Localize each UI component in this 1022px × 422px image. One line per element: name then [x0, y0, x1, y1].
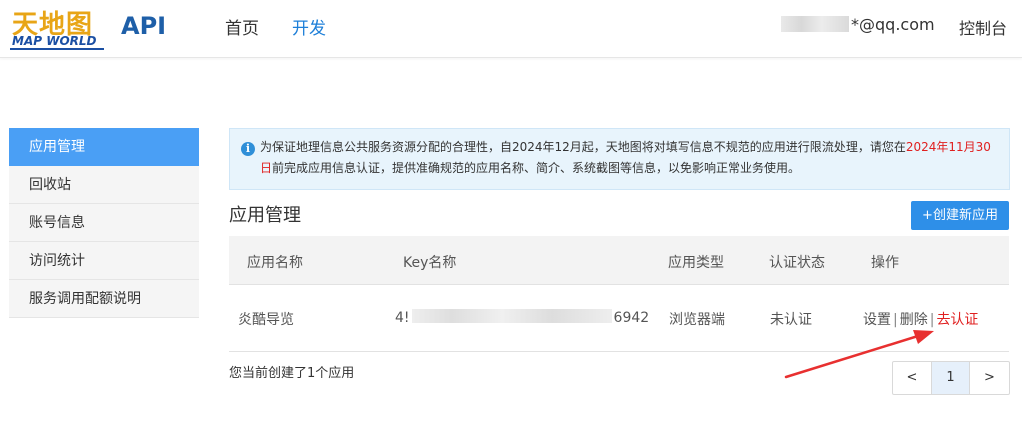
app-count-text: 您当前创建了1个应用 [229, 366, 355, 381]
app-key-cell[interactable]: 4! 6942 [395, 309, 649, 326]
column-header-auth-status: 认证状态 [769, 255, 825, 271]
table-row: 炎酷导览 4! 6942 浏览器端 未认证 设置 | 删除 | 去认证 [229, 285, 1009, 352]
top-header: 天地图 MAP WORLD API 首页 开发 *@qq.com 控制台 [0, 0, 1022, 58]
delete-link[interactable]: 删除 [900, 312, 928, 328]
user-email[interactable]: *@qq.com [781, 15, 935, 34]
notice-text-after: 前完成应用信息认证，提供准确规范的应用名称、简介、系统截图等信息，以免影响正常业… [272, 161, 801, 175]
notice-text-before: 为保证地理信息公共服务资源分配的合理性，自2024年12月起，天地图将对填写信息… [260, 140, 906, 154]
actions-cell: 设置 | 删除 | 去认证 [863, 309, 978, 329]
app-table: 应用名称 Key名称 应用类型 认证状态 操作 炎酷导览 4! 6942 浏览器端… [229, 236, 1009, 352]
app-name-cell: 炎酷导览 [238, 312, 294, 328]
api-label: API [121, 12, 167, 40]
auth-status-cell: 未认证 [770, 312, 812, 328]
sidebar-item-app-management[interactable]: 应用管理 [9, 128, 199, 166]
next-page-button[interactable]: > [970, 362, 1009, 394]
verify-link[interactable]: 去认证 [936, 312, 978, 328]
pagination: < 1 > [892, 361, 1010, 395]
page-title: 应用管理 [229, 205, 301, 226]
page-1-button[interactable]: 1 [932, 362, 970, 394]
key-suffix: 6942 [613, 310, 650, 326]
sidebar: 应用管理 回收站 账号信息 访问统计 服务调用配额说明 [9, 128, 199, 318]
key-prefix: 4! [395, 310, 410, 326]
notice-banner: i 为保证地理信息公共服务资源分配的合理性，自2024年12月起，天地图将对填写… [229, 128, 1010, 190]
nav-develop[interactable]: 开发 [292, 14, 326, 39]
action-separator: | [893, 312, 898, 328]
column-header-actions: 操作 [871, 255, 899, 271]
column-header-app-type: 应用类型 [668, 255, 724, 271]
nav-home[interactable]: 首页 [225, 14, 259, 39]
column-header-key-name: Key名称 [403, 255, 457, 271]
sidebar-item-quota-info[interactable]: 服务调用配额说明 [9, 280, 199, 318]
console-link[interactable]: 控制台 [959, 15, 1007, 39]
settings-link[interactable]: 设置 [863, 312, 891, 328]
create-app-button[interactable]: +创建新应用 [911, 201, 1009, 230]
action-separator: | [929, 312, 935, 328]
logo-english-text: MAP WORLD [12, 34, 97, 48]
key-redaction [411, 309, 612, 323]
email-suffix: *@qq.com [851, 15, 935, 34]
tianditu-logo[interactable]: 天地图 MAP WORLD [10, 4, 110, 52]
sidebar-item-access-stats[interactable]: 访问统计 [9, 242, 199, 280]
sidebar-item-account-info[interactable]: 账号信息 [9, 204, 199, 242]
sidebar-item-recycle-bin[interactable]: 回收站 [9, 166, 199, 204]
table-header: 应用名称 Key名称 应用类型 认证状态 操作 [229, 236, 1009, 285]
prev-page-button[interactable]: < [893, 362, 932, 394]
app-type-cell: 浏览器端 [669, 312, 725, 328]
info-icon: i [241, 142, 255, 156]
email-redaction [781, 16, 849, 32]
column-header-app-name: 应用名称 [247, 255, 303, 271]
logo-underline [10, 48, 104, 50]
